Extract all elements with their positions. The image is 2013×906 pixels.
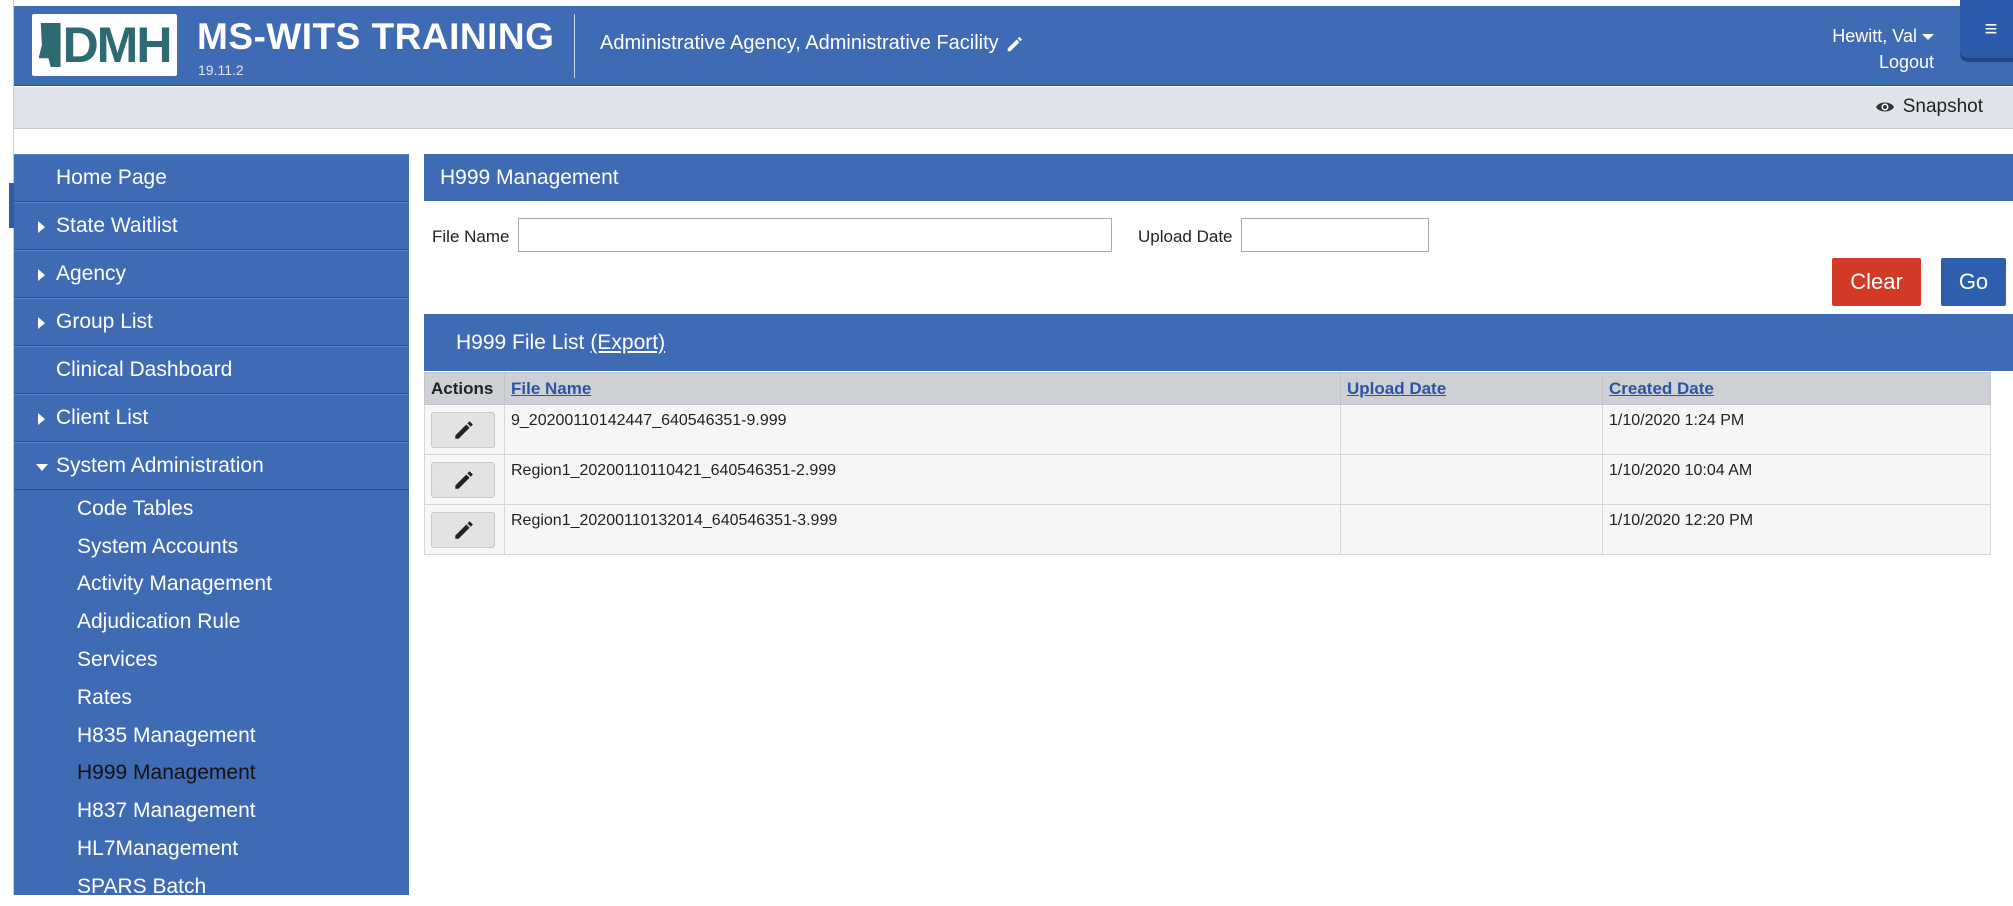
- sidebar-item-label: Clinical Dashboard: [56, 358, 233, 381]
- sidebar-nav: Home Page State Waitlist Agency Group Li…: [14, 154, 409, 898]
- sidebar-item-label: Agency: [56, 262, 127, 285]
- file-table: Actions File Name Upload Date Created Da…: [424, 372, 1991, 555]
- upload-date-label: Upload Date: [1138, 227, 1233, 246]
- page-title: H999 Management: [424, 154, 2013, 201]
- sidebar-item-agency[interactable]: Agency: [14, 250, 409, 298]
- edit-button[interactable]: [431, 462, 495, 498]
- file-name-input[interactable]: [518, 218, 1112, 252]
- facility-selector[interactable]: Administrative Agency, Administrative Fa…: [600, 32, 1023, 55]
- upload-date-cell: [1340, 404, 1603, 455]
- user-name: Hewitt, Val: [1832, 26, 1917, 46]
- sidebar-subitem-h999-management[interactable]: H999 Management: [14, 755, 409, 793]
- sidebar-subitem-spars-batch[interactable]: SPARS Batch: [14, 868, 409, 906]
- upload-date-cell: [1340, 454, 1603, 505]
- table-row: 9_20200110142447_640546351-9.999 1/10/20…: [424, 404, 1991, 455]
- sidebar-subitem-hl7management[interactable]: HL7Management: [14, 830, 409, 868]
- table-row: Region1_20200110132014_640546351-3.999 1…: [424, 504, 1991, 555]
- filter-form: File Name Upload Date: [424, 218, 2013, 254]
- sidebar-subitem-rates[interactable]: Rates: [14, 679, 409, 717]
- left-gutter: [0, 0, 16, 895]
- pencil-icon: [455, 421, 473, 439]
- user-menu: Hewitt, Val Logout: [1804, 23, 1934, 75]
- sidebar-subitem-activity-management[interactable]: Activity Management: [14, 566, 409, 604]
- export-link[interactable]: (Export): [590, 331, 665, 355]
- table-row: Region1_20200110110421_640546351-2.999 1…: [424, 454, 1991, 505]
- sidebar-item-group-list[interactable]: Group List: [14, 298, 409, 346]
- sidebar-subitem-system-accounts[interactable]: System Accounts: [14, 528, 409, 566]
- user-dropdown[interactable]: Hewitt, Val: [1804, 23, 1934, 49]
- sidebar-item-system-administration[interactable]: System Administration: [14, 442, 409, 490]
- sidebar-subitem-services[interactable]: Services: [14, 641, 409, 679]
- snapshot-label: Snapshot: [1902, 96, 1983, 117]
- actions-cell: [424, 504, 505, 555]
- caret-right-icon: [38, 221, 45, 233]
- edit-button[interactable]: [431, 412, 495, 448]
- sub-toolbar: Snapshot: [14, 87, 2013, 129]
- actions-cell: [424, 454, 505, 505]
- snapshot-button[interactable]: Snapshot: [1875, 96, 1983, 118]
- state-shape-icon: [38, 23, 61, 67]
- caret-right-icon: [38, 269, 45, 281]
- table-header-row: Actions File Name Upload Date Created Da…: [424, 372, 1991, 405]
- sidebar-subitem-code-tables[interactable]: Code Tables: [14, 490, 409, 528]
- logout-link[interactable]: Logout: [1804, 49, 1934, 75]
- logo-text: DMH: [62, 17, 173, 73]
- go-button[interactable]: Go: [1941, 258, 2006, 306]
- caret-down-icon: [36, 464, 48, 471]
- file-name-label: File Name: [432, 227, 510, 246]
- file-list-header: H999 File List (Export): [424, 314, 2013, 371]
- created-date-cell: 1/10/2020 10:04 AM: [1602, 454, 1991, 505]
- chevron-down-icon: [1922, 34, 1934, 41]
- facility-label: Administrative Agency, Administrative Fa…: [600, 32, 999, 54]
- upload-date-cell: [1340, 504, 1603, 555]
- app-version: 19.11.2: [198, 62, 244, 78]
- caret-right-icon: [38, 413, 45, 425]
- pencil-icon: [455, 521, 473, 539]
- file-name-cell: Region1_20200110110421_640546351-2.999: [504, 454, 1341, 505]
- sidebar-item-client-list[interactable]: Client List: [14, 394, 409, 442]
- created-date-cell: 1/10/2020 1:24 PM: [1602, 404, 1991, 455]
- hamburger-menu-button[interactable]: ≡: [1960, 0, 2013, 58]
- sidebar-item-label: State Waitlist: [56, 214, 178, 237]
- col-upload-date-sort[interactable]: Upload Date: [1340, 372, 1603, 405]
- upload-date-input[interactable]: [1241, 218, 1429, 252]
- clear-button[interactable]: Clear: [1832, 258, 1921, 306]
- top-header: DMH MS-WITS TRAINING 19.11.2 Administrat…: [14, 0, 2013, 86]
- sidebar-subitem-h835-management[interactable]: H835 Management: [14, 717, 409, 755]
- col-created-date-sort[interactable]: Created Date: [1602, 372, 1991, 405]
- sidebar-item-label: System Administration: [56, 454, 264, 477]
- sidebar-subitem-h837-management[interactable]: H837 Management: [14, 792, 409, 830]
- edit-button[interactable]: [431, 512, 495, 548]
- file-name-cell: 9_20200110142447_640546351-9.999: [504, 404, 1341, 455]
- pencil-icon: [1007, 36, 1022, 51]
- file-list-title: H999 File List: [456, 330, 585, 354]
- file-name-cell: Region1_20200110132014_640546351-3.999: [504, 504, 1341, 555]
- sidebar-item-clinical-dashboard[interactable]: Clinical Dashboard: [14, 346, 409, 394]
- sidebar-item-label: Home Page: [56, 166, 167, 189]
- hamburger-icon: ≡: [1984, 16, 1998, 41]
- sidebar-item-home-page[interactable]: Home Page: [14, 154, 409, 202]
- header-divider: [574, 14, 575, 78]
- pencil-icon: [455, 471, 473, 489]
- sidebar-item-label: Group List: [56, 310, 153, 333]
- col-file-name-sort[interactable]: File Name: [504, 372, 1341, 405]
- caret-right-icon: [38, 317, 45, 329]
- col-actions: Actions: [424, 372, 505, 405]
- created-date-cell: 1/10/2020 12:20 PM: [1602, 504, 1991, 555]
- dmh-logo[interactable]: DMH: [32, 14, 177, 76]
- eye-icon: [1875, 102, 1894, 112]
- app-title: MS-WITS TRAINING: [197, 16, 555, 57]
- sidebar-item-label: Client List: [56, 406, 149, 429]
- sidebar-item-state-waitlist[interactable]: State Waitlist: [14, 202, 409, 250]
- sidebar-subitem-adjudication-rule[interactable]: Adjudication Rule: [14, 603, 409, 641]
- actions-cell: [424, 404, 505, 455]
